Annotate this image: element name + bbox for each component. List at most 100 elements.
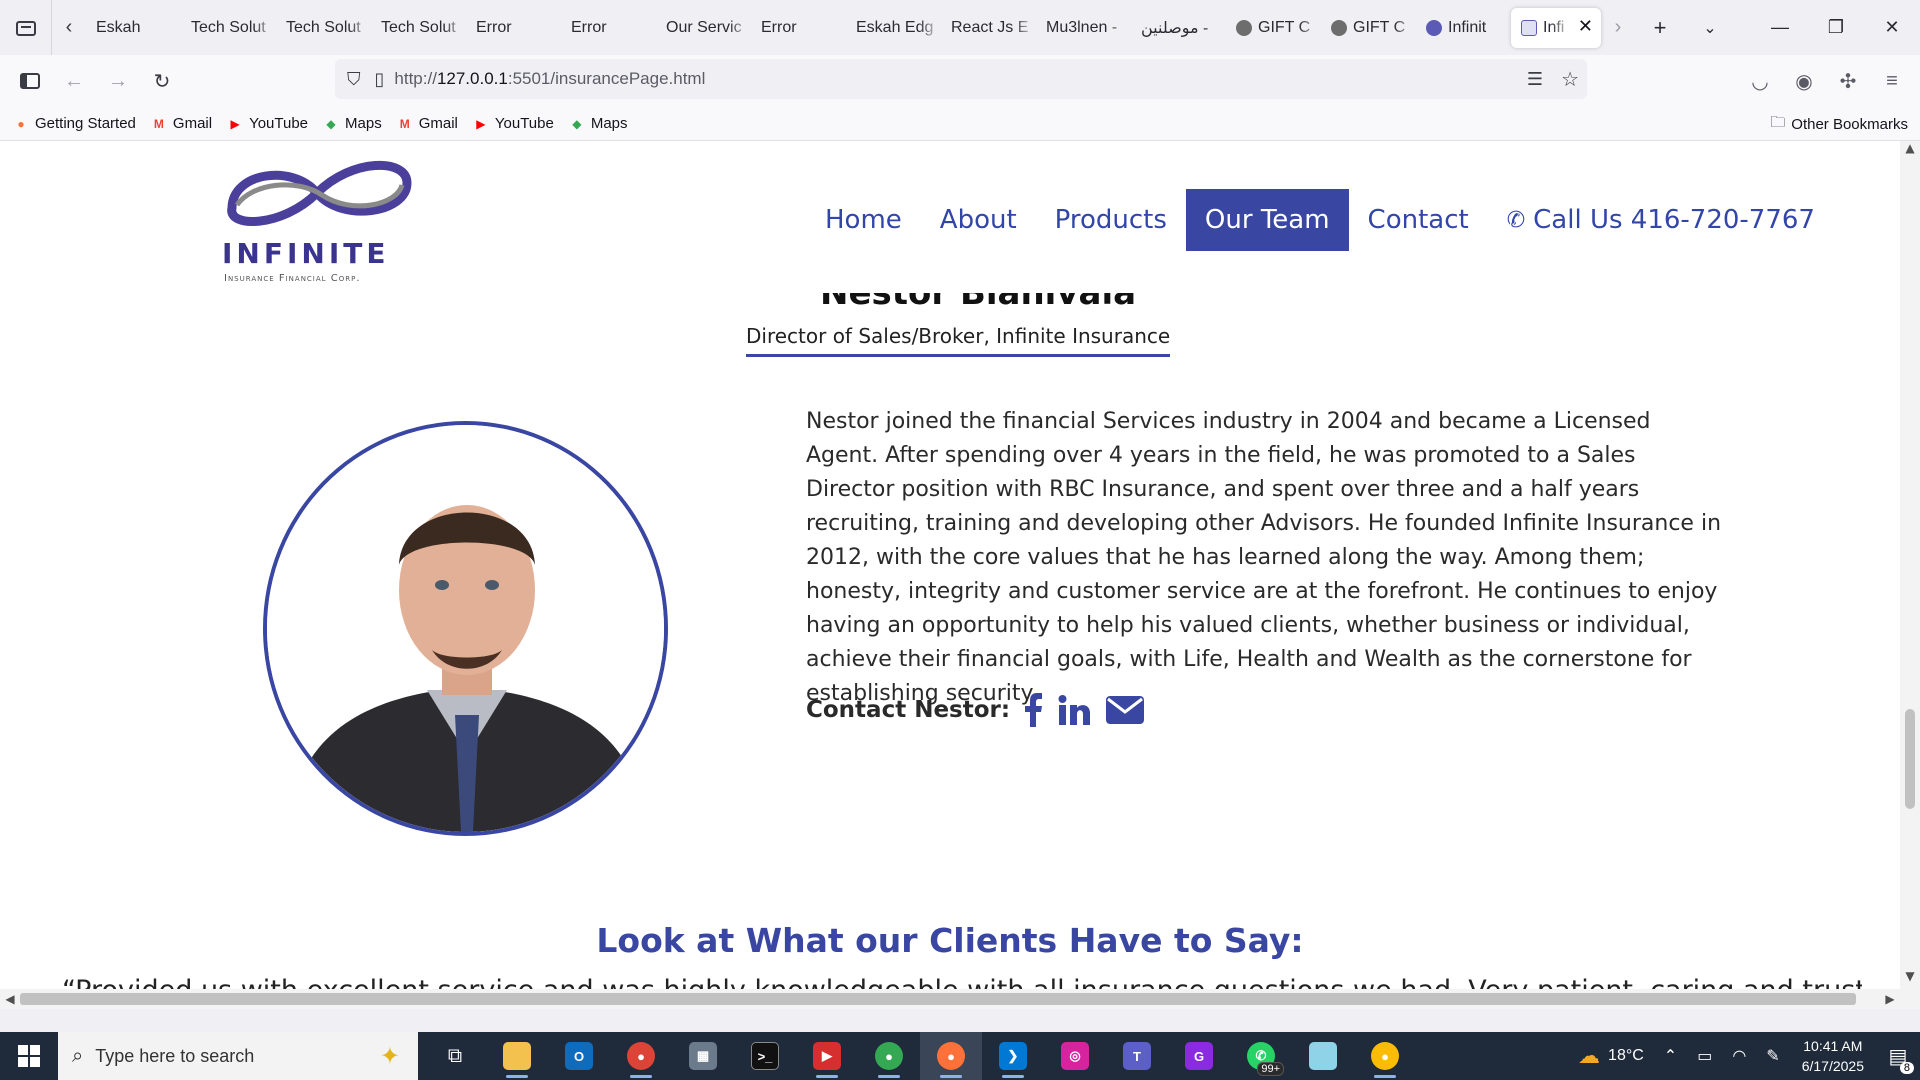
network-button[interactable]: ◠ bbox=[1722, 1046, 1756, 1066]
tab[interactable]: Error bbox=[751, 7, 846, 48]
linkedin-icon[interactable] bbox=[1058, 695, 1091, 725]
show-hidden-icons-button[interactable]: ⌃ bbox=[1654, 1046, 1687, 1066]
restore-button[interactable]: ❐ bbox=[1808, 0, 1864, 55]
tab[interactable]: GIFT C bbox=[1321, 7, 1416, 48]
scroll-right-icon[interactable]: ▶ bbox=[1880, 989, 1900, 1009]
battery-icon: ▭ bbox=[1697, 1048, 1713, 1065]
facebook-icon[interactable] bbox=[1024, 693, 1043, 727]
outlook-button[interactable]: O bbox=[548, 1032, 610, 1080]
horizontal-scrollbar[interactable]: ◀ ▶ bbox=[0, 989, 1900, 1009]
taskbar-search[interactable]: ⌕ Type here to search ✦ bbox=[58, 1032, 418, 1080]
scroll-up-icon[interactable]: ▲ bbox=[1900, 141, 1920, 161]
pocket-button[interactable]: ◡ bbox=[1738, 61, 1782, 101]
reload-button[interactable]: ↻ bbox=[140, 61, 184, 101]
scroll-left-icon[interactable]: ◀ bbox=[0, 989, 20, 1009]
account-button[interactable]: ◉ bbox=[1782, 61, 1826, 101]
tabs-scroll-right-button[interactable]: › bbox=[1601, 8, 1635, 48]
close-icon[interactable]: ✕ bbox=[1578, 16, 1593, 37]
vscode-button[interactable]: ❯ bbox=[982, 1032, 1044, 1080]
bookmark-item[interactable]: ▶ YouTube bbox=[472, 115, 554, 132]
other-bookmarks[interactable]: 🗀 Other Bookmarks bbox=[1770, 107, 1908, 141]
menu-button[interactable]: ≡ bbox=[1870, 61, 1914, 101]
vertical-scrollbar[interactable]: ▲ ▼ bbox=[1900, 141, 1920, 1009]
tab[interactable]: React Js E bbox=[941, 7, 1036, 48]
clock[interactable]: 10:41 AM 6/17/2025 bbox=[1790, 1036, 1876, 1076]
battery-button[interactable]: ▭ bbox=[1687, 1046, 1722, 1066]
scroll-down-icon[interactable]: ▼ bbox=[1900, 969, 1920, 989]
bookmark-item[interactable]: ● Getting Started bbox=[12, 115, 136, 132]
tab[interactable]: GIFT C bbox=[1226, 7, 1321, 48]
minimize-button[interactable]: — bbox=[1752, 0, 1808, 55]
firefox-icon: ● bbox=[937, 1042, 965, 1070]
bookmark-item[interactable]: M Gmail bbox=[396, 115, 458, 132]
whatsapp-button[interactable]: ✆ 99+ bbox=[1230, 1032, 1292, 1080]
email-icon[interactable] bbox=[1106, 696, 1145, 724]
temperature: 18°C bbox=[1608, 1047, 1644, 1064]
logo[interactable]: INFINITE Insurance Financial Corp. bbox=[212, 153, 422, 284]
star-icon[interactable]: ☆ bbox=[1561, 67, 1579, 92]
close-window-button[interactable]: ✕ bbox=[1864, 0, 1920, 55]
file-explorer-button[interactable] bbox=[486, 1032, 548, 1080]
sparkle-icon: ✦ bbox=[379, 1043, 400, 1070]
tab[interactable]: Error bbox=[466, 7, 561, 48]
bookmark-item[interactable]: ◆ Maps bbox=[568, 115, 627, 132]
tab-active[interactable]: Infi ✕ bbox=[1511, 7, 1601, 48]
tab[interactable]: Tech Solut bbox=[276, 7, 371, 48]
nav-products[interactable]: Products bbox=[1036, 189, 1186, 251]
calculator-icon: ▦ bbox=[689, 1042, 717, 1070]
list-all-tabs-button[interactable]: ⌄ bbox=[1685, 0, 1735, 55]
chrome-alt-button[interactable]: ● bbox=[1354, 1032, 1416, 1080]
tab[interactable]: Our Servic bbox=[656, 7, 751, 48]
instagram-button[interactable]: ◎ bbox=[1044, 1032, 1106, 1080]
task-view-button[interactable]: ⧉ bbox=[424, 1032, 486, 1080]
tab-list-button[interactable] bbox=[0, 0, 52, 55]
member-bio: Nestor joined the financial Services ind… bbox=[806, 409, 1722, 706]
new-tab-button[interactable]: + bbox=[1635, 0, 1685, 55]
puzzle-icon: ✣ bbox=[1839, 70, 1857, 93]
tab[interactable]: Tech Solut bbox=[371, 7, 466, 48]
tab[interactable]: Eskah Edg bbox=[846, 7, 941, 48]
teams-button[interactable]: T bbox=[1106, 1032, 1168, 1080]
extensions-button[interactable]: ✣ bbox=[1826, 61, 1870, 101]
bookmark-item[interactable]: M Gmail bbox=[150, 115, 212, 132]
vertical-scroll-thumb[interactable] bbox=[1905, 709, 1915, 809]
chrome-button[interactable]: ● bbox=[610, 1032, 672, 1080]
calculator-button[interactable]: ▦ bbox=[672, 1032, 734, 1080]
gmail-icon: M bbox=[153, 116, 164, 131]
notes-app-button[interactable] bbox=[1292, 1032, 1354, 1080]
reader-view-icon[interactable]: ☰ bbox=[1527, 69, 1543, 90]
terminal-button[interactable]: >_ bbox=[734, 1032, 796, 1080]
tab[interactable]: Eskah bbox=[86, 7, 181, 48]
bookmark-item[interactable]: ◆ Maps bbox=[322, 115, 381, 132]
chrome-profile-button[interactable]: ● bbox=[858, 1032, 920, 1080]
nav-contact[interactable]: Contact bbox=[1349, 189, 1488, 251]
weather-widget[interactable]: ☁ 18°C bbox=[1568, 1043, 1654, 1069]
tab[interactable]: Tech Solut bbox=[181, 7, 276, 48]
sidebar-toggle-button[interactable] bbox=[8, 61, 52, 101]
forward-button[interactable]: → bbox=[96, 61, 140, 101]
back-button[interactable]: ← bbox=[52, 61, 96, 101]
tabs-scroll-left-button[interactable]: ‹ bbox=[52, 8, 86, 48]
bookmark-item[interactable]: ▶ YouTube bbox=[226, 115, 308, 132]
tab[interactable]: Mu3lnen - bbox=[1036, 7, 1131, 48]
media-app-button[interactable]: ▶ bbox=[796, 1032, 858, 1080]
start-button[interactable] bbox=[0, 1032, 58, 1080]
tab[interactable]: Infinit bbox=[1416, 7, 1511, 48]
restore-icon: ❐ bbox=[1827, 17, 1845, 37]
pdf-app-button[interactable]: G bbox=[1168, 1032, 1230, 1080]
pen-button[interactable]: ✎ bbox=[1756, 1046, 1789, 1066]
nav-about[interactable]: About bbox=[921, 189, 1036, 251]
horizontal-scroll-thumb[interactable] bbox=[20, 993, 1856, 1005]
close-icon: ✕ bbox=[1884, 17, 1900, 37]
nav-call-us[interactable]: ✆ Call Us 416-720-7767 bbox=[1488, 189, 1834, 251]
url-text[interactable]: http://127.0.0.1:5501/insurancePage.html bbox=[394, 69, 705, 89]
url-bar[interactable]: ⛉ ▯ http://127.0.0.1:5501/insurancePage.… bbox=[335, 59, 1587, 99]
nav-home[interactable]: Home bbox=[806, 189, 921, 251]
chrome-icon: ● bbox=[875, 1042, 903, 1070]
tab[interactable]: Error bbox=[561, 7, 656, 48]
notifications-button[interactable]: ▤ 8 bbox=[1876, 1032, 1920, 1080]
taskbar: ⌕ Type here to search ✦ ⧉ O ● ▦ >_ ▶ ● ●… bbox=[0, 1032, 1920, 1080]
firefox-button[interactable]: ● bbox=[920, 1032, 982, 1080]
tab[interactable]: موصلنين - bbox=[1131, 7, 1226, 48]
nav-our-team[interactable]: Our Team bbox=[1185, 189, 1349, 251]
